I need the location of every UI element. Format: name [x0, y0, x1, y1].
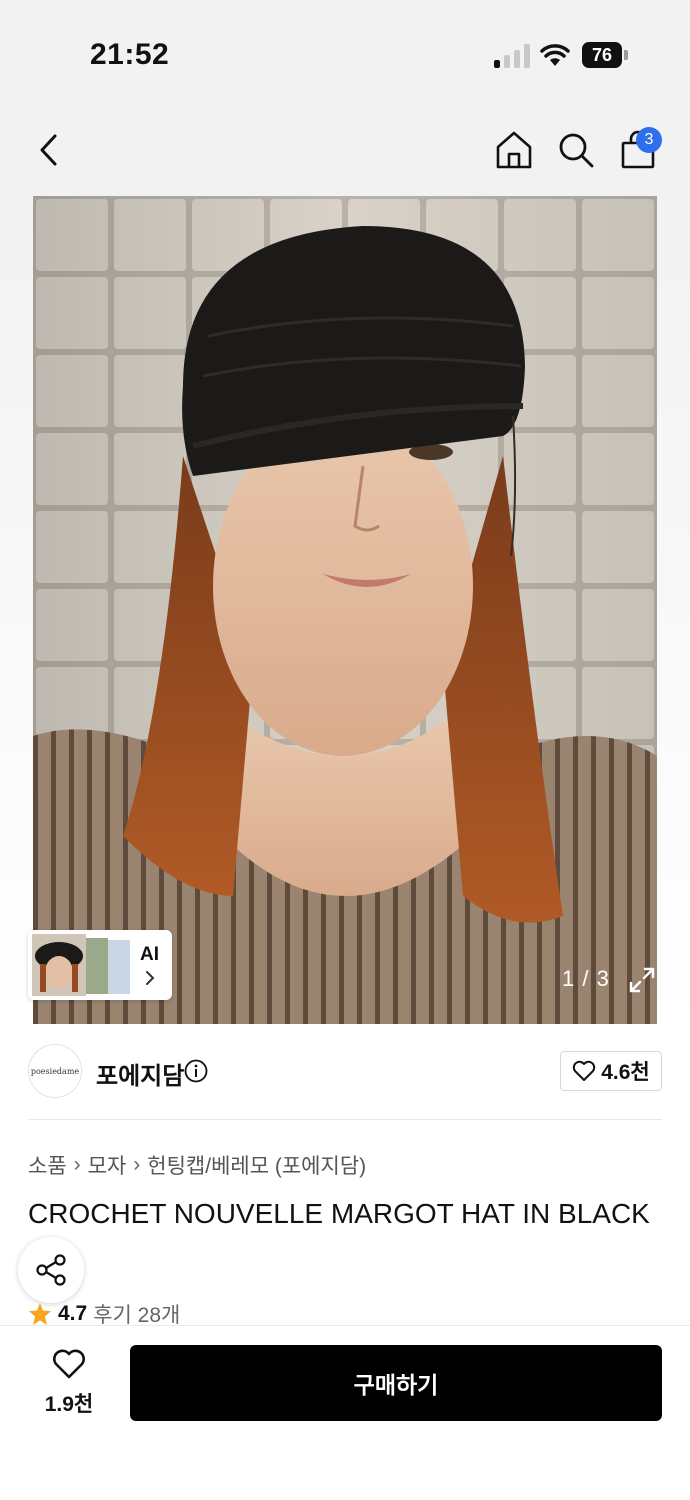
- rating-score: 4.7: [58, 1302, 88, 1325]
- section-divider: [28, 1119, 662, 1120]
- buy-button[interactable]: 구매하기: [130, 1345, 662, 1421]
- review-count: 후기 28개: [93, 1304, 181, 1326]
- brand-name[interactable]: 포에지담: [96, 1056, 184, 1091]
- search-icon: [559, 133, 594, 168]
- chevron-right-icon: [146, 971, 155, 985]
- chevron-right-icon: ›: [73, 1153, 81, 1176]
- product-title: CROCHET NOUVELLE MARGOT HAT IN BLACK: [28, 1198, 650, 1229]
- brand-like-button[interactable]: 4.6천: [560, 1051, 662, 1091]
- heart-outline-icon: [573, 1060, 596, 1081]
- brand-like-count: 4.6천: [601, 1061, 650, 1084]
- battery-level: 76: [582, 42, 622, 68]
- home-icon: [496, 131, 532, 169]
- wishlist-count: 1.9천: [44, 1393, 94, 1416]
- expand-photo-button[interactable]: [622, 960, 662, 1000]
- brand-logo[interactable]: poesiedame: [28, 1044, 82, 1098]
- gallery-page-indicator: 1 / 3: [562, 966, 610, 991]
- ai-lookbook-chip[interactable]: AI: [28, 930, 172, 1000]
- ai-chip-label: AI: [140, 944, 159, 965]
- top-navigation: [0, 100, 690, 196]
- battery-icon: 76: [582, 42, 628, 68]
- status-time: 21:52: [90, 38, 170, 71]
- search-button[interactable]: [556, 128, 596, 172]
- expand-icon: [629, 967, 655, 993]
- heart-outline-icon: [53, 1349, 85, 1379]
- back-chevron-icon: [40, 134, 57, 166]
- info-icon[interactable]: [184, 1059, 208, 1083]
- wifi-icon: [540, 44, 570, 66]
- breadcrumb-item-hats[interactable]: 모자: [88, 1150, 127, 1180]
- share-icon: [36, 1254, 66, 1286]
- home-button[interactable]: [494, 128, 534, 172]
- chevron-right-icon: ›: [133, 1153, 141, 1176]
- product-rating[interactable]: 4.7 후기 28개: [28, 1302, 180, 1326]
- star-icon: [29, 1303, 51, 1325]
- breadcrumb-item-hunting-cap[interactable]: 헌팅캡/베레모 (포에지담): [147, 1150, 366, 1180]
- cellular-signal-icon: [494, 44, 530, 68]
- ai-thumbnails: [32, 934, 130, 996]
- cart-count-badge: 3: [636, 127, 662, 153]
- wishlist-button[interactable]: [38, 1348, 100, 1385]
- status-bar: 21:52 76: [0, 0, 690, 100]
- breadcrumb-item-accessories[interactable]: 소품: [28, 1150, 67, 1180]
- breadcrumb: 소품 › 모자 › 헌팅캡/베레모 (포에지담): [28, 1150, 366, 1180]
- share-button[interactable]: [18, 1237, 84, 1303]
- back-button[interactable]: [28, 128, 68, 172]
- product-photo-illustration: [33, 196, 657, 1024]
- product-photo[interactable]: [33, 196, 657, 1024]
